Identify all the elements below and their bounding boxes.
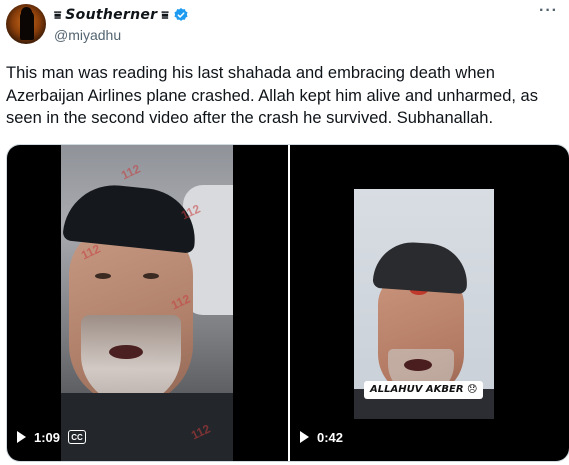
watermark: 112	[118, 161, 143, 183]
author-handle[interactable]: @miyadhu	[54, 27, 121, 43]
name-decoration-right: ⩸	[161, 7, 169, 22]
avatar[interactable]	[6, 4, 46, 44]
media-grid: 112 112 112 112 112 1:09 CC ALLAHUV AKBE…	[6, 144, 569, 462]
video-player-2[interactable]: ALLAHUV AKBER 😞 0:42	[290, 145, 569, 461]
video-duration: 0:42	[317, 429, 344, 445]
video-1-thumbnail: 112 112 112 112 112	[61, 145, 233, 461]
play-icon[interactable]	[17, 431, 26, 443]
mouth-shape	[404, 359, 432, 371]
eye-shape	[143, 273, 159, 279]
play-icon[interactable]	[300, 431, 309, 443]
closed-captions-icon[interactable]: CC	[68, 430, 87, 444]
author-display-name[interactable]: Southerner	[65, 7, 157, 23]
video-duration: 1:09	[34, 429, 61, 445]
video-2-thumbnail: ALLAHUV AKBER 😞	[354, 189, 494, 419]
mouth-shape	[109, 345, 143, 359]
video-1-controls: 1:09 CC	[17, 425, 87, 449]
video-overlay-caption: ALLAHUV AKBER 😞	[364, 381, 484, 399]
eye-shape	[95, 273, 111, 279]
author-name-row[interactable]: ⩸ Southerner ⩸	[54, 5, 189, 25]
video-2-controls: 0:42	[300, 425, 343, 449]
avatar-silhouette-shape	[20, 10, 34, 40]
more-options-icon[interactable]: ···	[539, 3, 557, 24]
video-player-1[interactable]: 112 112 112 112 112 1:09 CC	[7, 145, 288, 461]
tweet-text: This man was reading his last shahada an…	[6, 64, 538, 127]
verified-badge-icon	[174, 8, 188, 21]
name-decoration-left: ⩸	[54, 7, 62, 22]
